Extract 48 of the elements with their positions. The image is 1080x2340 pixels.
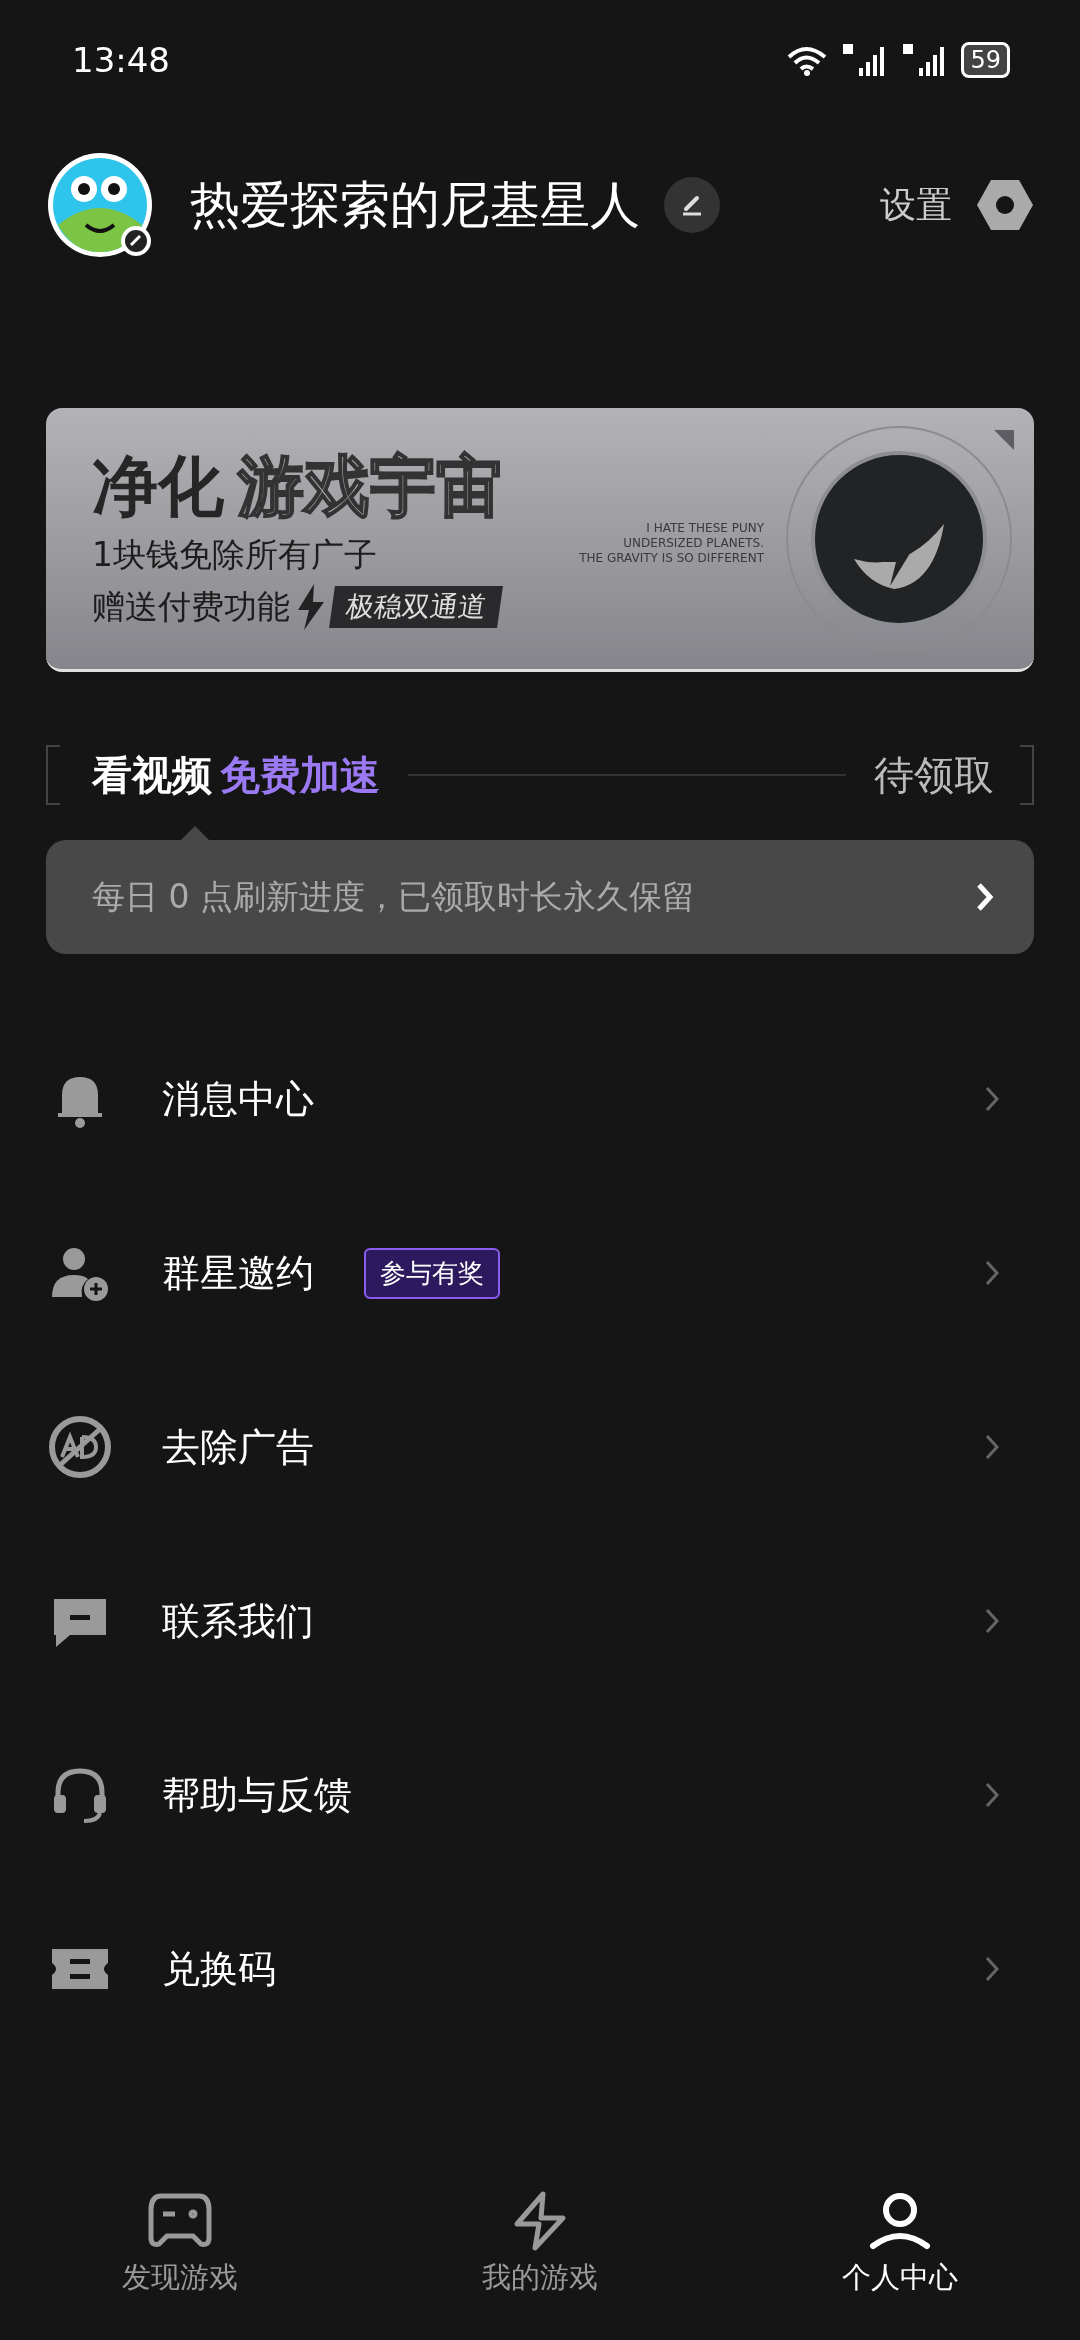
- chevron-right-icon: [984, 1085, 1000, 1113]
- menu-label: 联系我们: [162, 1597, 314, 1645]
- video-boost-highlight: 免费加速: [220, 750, 380, 800]
- battery-indicator: 59: [961, 42, 1010, 78]
- corner-mark-icon: [994, 430, 1014, 450]
- edit-icon[interactable]: [664, 177, 720, 233]
- banner-caption: I HATE THESE PUNY: [646, 521, 764, 536]
- menu-label: 兑换码: [162, 1945, 276, 1993]
- menu-item[interactable]: 帮助与反馈: [0, 1708, 1080, 1882]
- reward-badge: 参与有奖: [364, 1247, 500, 1299]
- menu-label: 消息中心: [162, 1075, 314, 1123]
- menu-item[interactable]: 去除广告: [0, 1360, 1080, 1534]
- bracket-icon: [1020, 745, 1034, 805]
- nav-tab[interactable]: 个人中心: [720, 2190, 1080, 2330]
- claim-status[interactable]: 待领取: [874, 747, 994, 803]
- no-ads-icon: [48, 1415, 112, 1479]
- menu-item[interactable]: 兑换码: [0, 1882, 1080, 2056]
- bracket-icon: [46, 745, 60, 805]
- menu-label: 群星邀约: [162, 1249, 314, 1297]
- chevron-right-icon: [984, 1259, 1000, 1287]
- menu-label: 帮助与反馈: [162, 1771, 352, 1819]
- menu-item[interactable]: 群星邀约 参与有奖: [0, 1186, 1080, 1360]
- menu-label: 去除广告: [162, 1423, 314, 1471]
- banner-tag: 极稳双通道: [329, 586, 503, 628]
- settings-icon[interactable]: [976, 178, 1034, 232]
- lightning-icon: [296, 584, 326, 630]
- chevron-right-icon: [984, 1781, 1000, 1809]
- video-boost-title: 看视频: [92, 750, 212, 800]
- tip-text: 每日 0 点刷新进度，已领取时长永久保留: [92, 875, 695, 918]
- nav-tab[interactable]: 我的游戏: [360, 2190, 720, 2330]
- status-time: 13:48: [72, 40, 170, 80]
- settings-label[interactable]: 设置: [880, 180, 952, 230]
- banner-caption: UNDERSIZED PLANETS.: [623, 536, 764, 551]
- banner-title: 游戏宇宙: [238, 447, 502, 527]
- menu-item[interactable]: 消息中心: [0, 1012, 1080, 1186]
- banner-text: 赠送付费功能: [92, 585, 290, 628]
- chevron-right-icon: [984, 1433, 1000, 1461]
- banner-title: 净化: [92, 447, 224, 527]
- chevron-right-icon: [984, 1955, 1000, 1983]
- banner-text: 1块钱免除所有广子: [92, 534, 378, 576]
- avatar[interactable]: [46, 151, 154, 259]
- chevron-right-icon: [976, 882, 994, 912]
- banner-caption: THE GRAVITY IS SO DIFFERENT: [579, 551, 764, 566]
- nav-tab[interactable]: 发现游戏: [0, 2190, 360, 2330]
- chevron-right-icon: [984, 1607, 1000, 1635]
- menu-item[interactable]: 联系我们: [0, 1534, 1080, 1708]
- promo-banner[interactable]: 净化 游戏宇宙 1块钱免除所有广子 赠送付费功能 极稳双通道 I HATE THESE PUNY UNDERSIZED PLANETS. THE GRAVITY IS SO DIFFERENT: [46, 408, 1034, 672]
- user-name: 热爱探索的尼基星人: [190, 174, 640, 236]
